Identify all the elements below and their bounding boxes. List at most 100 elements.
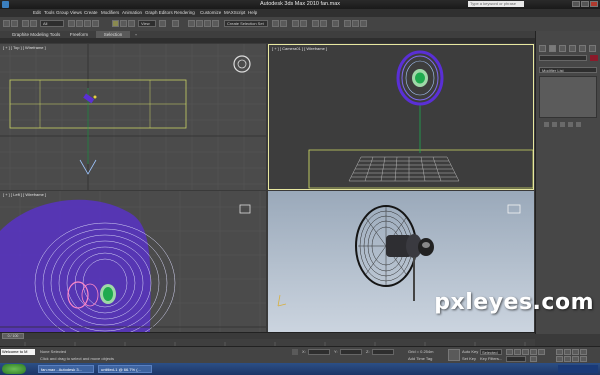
motion-tab-icon[interactable] bbox=[569, 45, 576, 52]
menu-animation[interactable]: Animation bbox=[122, 10, 142, 15]
viewport-label-camera[interactable]: [ + ] [ Camera01 ] [ Wireframe ] bbox=[272, 46, 327, 51]
unlink-icon[interactable] bbox=[30, 20, 37, 27]
auto-key-button[interactable]: Auto Key bbox=[462, 349, 478, 354]
zoom-extents-all-icon[interactable] bbox=[580, 349, 587, 355]
taskbar-item-photoshop[interactable]: untitled-1 @ 66.7% (... bbox=[98, 365, 152, 373]
render-production-icon[interactable] bbox=[360, 20, 367, 27]
menu-tools[interactable]: Tools bbox=[44, 10, 55, 15]
schematic-view-icon[interactable] bbox=[320, 20, 327, 27]
maximize-viewport-icon[interactable] bbox=[580, 356, 587, 362]
track-bar[interactable] bbox=[0, 339, 535, 346]
previous-frame-icon[interactable] bbox=[514, 349, 521, 355]
remove-modifier-icon[interactable] bbox=[568, 122, 573, 127]
hierarchy-tab-icon[interactable] bbox=[559, 45, 566, 52]
goto-start-icon[interactable] bbox=[506, 349, 513, 355]
zoom-icon[interactable] bbox=[556, 349, 563, 355]
modify-tab-icon[interactable] bbox=[549, 45, 556, 52]
set-key-button[interactable]: Set Key bbox=[462, 356, 476, 361]
viewport-label-top[interactable]: [ + ] [ Top ] [ Wireframe ] bbox=[3, 45, 46, 50]
redo-icon[interactable] bbox=[11, 20, 18, 27]
orbit-icon[interactable] bbox=[572, 356, 579, 362]
maximize-icon[interactable] bbox=[581, 1, 589, 7]
select-object-icon[interactable] bbox=[68, 20, 75, 27]
pan-icon[interactable] bbox=[564, 356, 571, 362]
tab-freeform[interactable]: Freeform bbox=[62, 31, 96, 38]
field-of-view-icon[interactable] bbox=[556, 356, 563, 362]
percent-snap-icon[interactable] bbox=[204, 20, 211, 27]
current-frame-field[interactable] bbox=[506, 356, 526, 362]
graphite-toggle-icon[interactable] bbox=[300, 20, 307, 27]
menu-rendering[interactable]: Rendering bbox=[174, 10, 195, 15]
viewport-top[interactable]: [ + ] [ Top ] [ Wireframe ] bbox=[0, 44, 266, 190]
zoom-all-icon[interactable] bbox=[564, 349, 571, 355]
select-and-move-icon[interactable] bbox=[112, 20, 119, 27]
menu-customize[interactable]: Customize bbox=[200, 10, 221, 15]
start-button[interactable] bbox=[2, 364, 26, 374]
snaps-toggle-icon[interactable] bbox=[188, 20, 195, 27]
configure-sets-icon[interactable] bbox=[576, 122, 581, 127]
ribbon-options-icon[interactable]: ▫ bbox=[132, 31, 140, 38]
pivot-center-icon[interactable] bbox=[159, 20, 166, 27]
layer-manager-icon[interactable] bbox=[292, 20, 299, 27]
next-frame-icon[interactable] bbox=[530, 349, 537, 355]
goto-end-icon[interactable] bbox=[538, 349, 545, 355]
menu-create[interactable]: Create bbox=[84, 10, 98, 15]
manipulate-icon[interactable] bbox=[172, 20, 179, 27]
zoom-extents-icon[interactable] bbox=[572, 349, 579, 355]
display-tab-icon[interactable] bbox=[579, 45, 586, 52]
viewport-left[interactable]: [ + ] [ Left ] [ Wireframe ] bbox=[0, 191, 266, 332]
named-selection-dropdown[interactable]: Create Selection Set bbox=[224, 20, 268, 27]
create-tab-icon[interactable] bbox=[539, 45, 546, 52]
object-name-field[interactable] bbox=[539, 55, 587, 61]
menu-views[interactable]: Views bbox=[70, 10, 82, 15]
modifier-stack[interactable] bbox=[539, 76, 597, 118]
curve-editor-icon[interactable] bbox=[312, 20, 319, 27]
add-time-tag-button[interactable]: Add Time Tag bbox=[408, 356, 432, 361]
spinner-snap-icon[interactable] bbox=[212, 20, 219, 27]
menu-maxscript[interactable]: MAXScript bbox=[224, 10, 245, 15]
link-icon[interactable] bbox=[22, 20, 29, 27]
tab-graphite-modeling-tools[interactable]: Graphite Modeling Tools bbox=[10, 31, 62, 38]
select-and-scale-icon[interactable] bbox=[128, 20, 135, 27]
select-and-rotate-icon[interactable] bbox=[120, 20, 127, 27]
y-coordinate-field[interactable] bbox=[340, 349, 362, 355]
selection-filter-dropdown[interactable]: All bbox=[40, 20, 64, 27]
menu-edit[interactable]: Edit bbox=[33, 10, 41, 15]
show-end-result-icon[interactable] bbox=[552, 122, 557, 127]
viewport-label-left[interactable]: [ + ] [ Left ] [ Wireframe ] bbox=[3, 192, 46, 197]
menu-help[interactable]: Help bbox=[248, 10, 257, 15]
material-editor-icon[interactable] bbox=[332, 20, 339, 27]
menu-modifiers[interactable]: Modifiers bbox=[101, 10, 119, 15]
minimize-icon[interactable] bbox=[572, 1, 580, 7]
utilities-tab-icon[interactable] bbox=[589, 45, 596, 52]
angle-snap-icon[interactable] bbox=[196, 20, 203, 27]
z-coordinate-field[interactable] bbox=[372, 349, 394, 355]
key-filters-button[interactable]: Key Filters... bbox=[480, 356, 502, 361]
x-coordinate-field[interactable] bbox=[308, 349, 330, 355]
maxscript-listener[interactable]: Welcome to M bbox=[1, 349, 35, 355]
close-icon[interactable] bbox=[590, 1, 598, 7]
make-unique-icon[interactable] bbox=[560, 122, 565, 127]
object-color-swatch[interactable] bbox=[590, 55, 598, 61]
time-config-icon[interactable] bbox=[530, 356, 537, 362]
modifier-list-dropdown[interactable]: Modifier List bbox=[539, 67, 597, 73]
window-crossing-icon[interactable] bbox=[92, 20, 99, 27]
selected-dropdown[interactable]: Selected bbox=[480, 349, 502, 355]
tab-selection[interactable]: Selection bbox=[96, 31, 130, 38]
menu-graph-editors[interactable]: Graph Editors bbox=[145, 10, 173, 15]
render-setup-icon[interactable] bbox=[344, 20, 351, 27]
search-input[interactable]: Type a keyword or phrase bbox=[468, 1, 524, 7]
viewport-camera[interactable]: [ + ] [ Camera01 ] [ Wireframe ] bbox=[268, 44, 534, 190]
lock-selection-icon[interactable] bbox=[292, 349, 298, 355]
set-key-icon[interactable] bbox=[448, 349, 460, 361]
rendered-frame-icon[interactable] bbox=[352, 20, 359, 27]
menu-group[interactable]: Group bbox=[56, 10, 69, 15]
undo-icon[interactable] bbox=[3, 20, 10, 27]
mirror-icon[interactable] bbox=[272, 20, 279, 27]
select-by-name-icon[interactable] bbox=[76, 20, 83, 27]
selection-region-icon[interactable] bbox=[84, 20, 91, 27]
play-icon[interactable] bbox=[522, 349, 529, 355]
pin-stack-icon[interactable] bbox=[544, 122, 549, 127]
taskbar-item-3dsmax[interactable]: fan.max - Autodesk 3... bbox=[38, 365, 94, 373]
reference-coordinate-dropdown[interactable]: View bbox=[138, 20, 156, 27]
